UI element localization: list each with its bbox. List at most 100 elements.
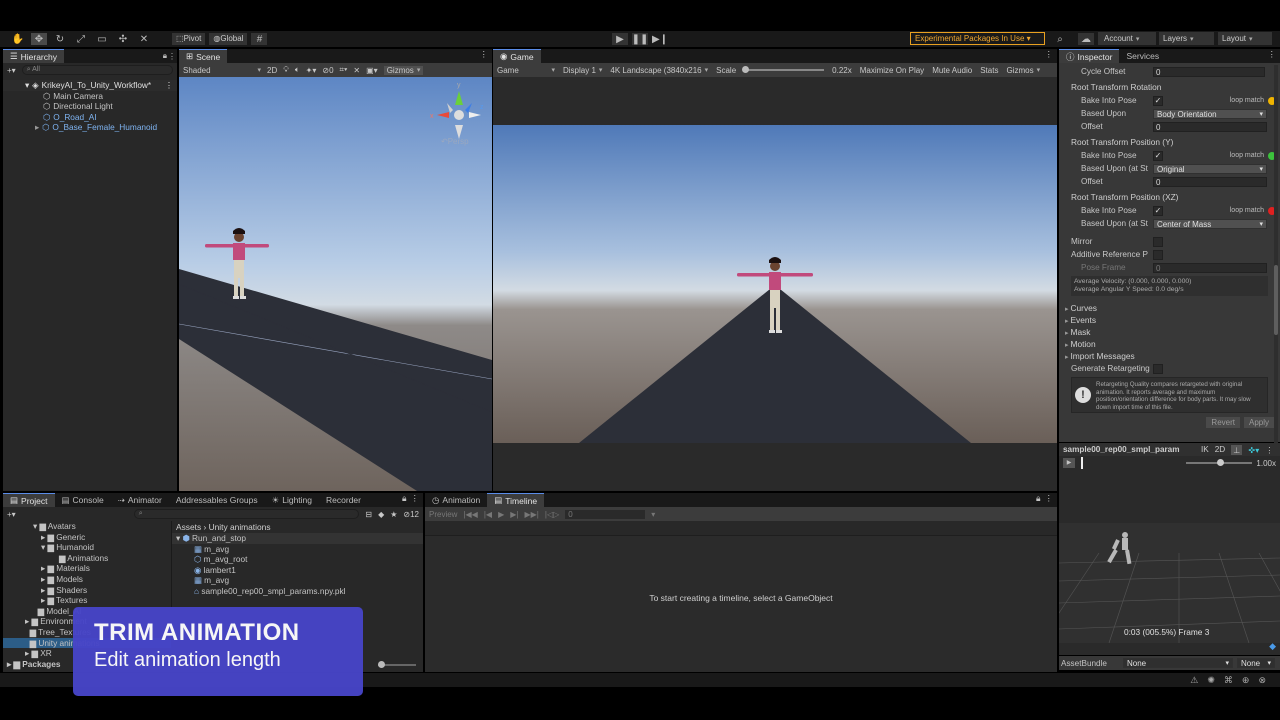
project-search[interactable]: ⌕	[133, 509, 360, 519]
tab-recorder[interactable]: Recorder	[319, 493, 368, 507]
hierarchy-scene-row[interactable]: ▾ ◈ KrikeyAI_To_Unity_Workflow* ⋮	[3, 80, 177, 91]
add-button[interactable]: +▾	[7, 66, 16, 75]
rotate-tool-icon[interactable]: ↻	[52, 33, 68, 45]
add-button[interactable]: +▾	[7, 510, 16, 519]
pivot-icon[interactable]: ⊥	[1231, 444, 1243, 455]
folder-models[interactable]: ▸ ▆ Models	[3, 574, 171, 585]
posy-based-dropdown[interactable]: Original	[1153, 163, 1267, 174]
folder-avatars[interactable]: ▾ ▆ Avatars	[3, 521, 171, 532]
kebab-menu-icon[interactable]: ⋮	[411, 493, 424, 507]
posxz-based-dropdown[interactable]: Center of Mass	[1153, 218, 1267, 229]
timeline-cursor[interactable]	[1081, 457, 1083, 469]
2d-toggle[interactable]: 2D	[1215, 445, 1225, 454]
hierarchy-item-main-camera[interactable]: ⬡ Main Camera	[3, 91, 177, 102]
tag-icon[interactable]: ◆	[1269, 641, 1276, 652]
cache-icon[interactable]: ⊕	[1242, 675, 1250, 686]
ik-toggle[interactable]: IK	[1201, 445, 1209, 454]
transform-tool-icon[interactable]: ✣	[115, 33, 131, 45]
visibility-icon[interactable]: ⊘0	[322, 66, 333, 75]
stats-toggle[interactable]: Stats	[980, 66, 998, 75]
lock-icon[interactable]: 🔒︎	[402, 493, 411, 507]
file-lambert1[interactable]: ◉ lambert1	[172, 565, 423, 576]
hierarchy-item-directional-light[interactable]: ⬡ Directional Light	[3, 101, 177, 112]
generate-retargeting-checkbox[interactable]	[1153, 363, 1163, 374]
layout-dropdown[interactable]: Layout	[1218, 32, 1272, 45]
avatar-icon[interactable]: ✜▾	[1248, 445, 1259, 455]
next-frame-icon[interactable]: ▶|	[510, 510, 518, 519]
pause-button[interactable]: ❚❚	[632, 33, 648, 45]
foldout-import-messages[interactable]: Import Messages	[1059, 350, 1280, 362]
bake-checkbox[interactable]: ✓	[1153, 95, 1163, 106]
mute-audio-toggle[interactable]: Mute Audio	[932, 66, 972, 75]
last-frame-icon[interactable]: ▶▶|	[524, 510, 538, 519]
global-button[interactable]: ◍Global	[209, 33, 248, 45]
filter-type-icon[interactable]: ⊟	[365, 510, 372, 519]
game-gizmos-dropdown[interactable]: Gizmos	[1006, 66, 1040, 75]
foldout-mask[interactable]: Mask	[1059, 326, 1280, 338]
kebab-menu-icon[interactable]: ⋮	[167, 49, 177, 63]
lock-icon[interactable]: 🔒︎	[1036, 493, 1045, 507]
tab-animation[interactable]: ◷ Animation	[425, 493, 487, 507]
display-dropdown[interactable]: Display 1	[563, 66, 602, 75]
preview-stage[interactable]	[1059, 523, 1280, 643]
bake-checkbox[interactable]: ✓	[1153, 150, 1163, 161]
account-dropdown[interactable]: Account	[1098, 32, 1156, 45]
cloud-icon[interactable]: ☁	[1078, 33, 1094, 45]
assetbundle-dropdown[interactable]: None	[1123, 658, 1233, 668]
warning-icon[interactable]: ⚠	[1190, 675, 1198, 686]
persp-label[interactable]: ↶Persp	[441, 137, 469, 146]
hierarchy-item-road[interactable]: ⬡ O_Road_AI	[3, 112, 177, 123]
layers-dropdown[interactable]: Layers	[1159, 32, 1214, 45]
frame-field[interactable]: 0	[565, 509, 646, 519]
debug-icon[interactable]: ✺	[1207, 675, 1215, 686]
timeline-asset-dropdown[interactable]: ▾	[651, 510, 655, 519]
folder-textures[interactable]: ▸ ▆ Textures	[3, 595, 171, 606]
revert-button[interactable]: Revert	[1206, 417, 1240, 428]
rot-offset-field[interactable]: 0	[1153, 121, 1267, 132]
tab-services[interactable]: Services	[1119, 49, 1166, 63]
preview-toggle[interactable]: Preview	[429, 510, 457, 519]
assetbundle-variant-dropdown[interactable]: None	[1237, 658, 1275, 668]
tab-timeline[interactable]: ▤ Timeline	[487, 493, 545, 507]
move-tool-icon[interactable]: ✥	[31, 33, 47, 45]
resolution-dropdown[interactable]: 4K Landscape (3840x216	[610, 66, 708, 75]
gizmos-dropdown[interactable]: Gizmos	[383, 65, 424, 75]
game-mode-dropdown[interactable]: Game	[497, 66, 555, 75]
scale-slider-thumb[interactable]	[742, 66, 750, 73]
rect-tool-icon[interactable]: ▭	[94, 33, 110, 45]
scale-tool-icon[interactable]: ⤢	[73, 33, 89, 45]
lighting-toggle-icon[interactable]: 💡︎	[283, 65, 289, 75]
apply-button[interactable]: Apply	[1243, 417, 1274, 428]
tab-inspector[interactable]: ⓘ Inspector	[1059, 49, 1120, 63]
tools-icon[interactable]: ✕	[353, 66, 360, 75]
hierarchy-item-female-humanoid[interactable]: ▸ ⬡ O_Base_Female_Humanoid	[3, 122, 177, 133]
icon-size-slider[interactable]	[378, 661, 416, 668]
custom-tool-icon[interactable]: ✕	[136, 33, 152, 45]
timeline-empty-area[interactable]: To start creating a timeline, select a G…	[425, 535, 1057, 672]
inspector-scrollbar[interactable]	[1274, 65, 1278, 445]
tab-lighting[interactable]: ☀ Lighting	[265, 493, 319, 507]
favorite-icon[interactable]: ★	[390, 510, 397, 519]
tab-hierarchy[interactable]: ☰ Hierarchy	[3, 49, 64, 63]
foldout-events[interactable]: Events	[1059, 314, 1280, 326]
tab-console[interactable]: ▤ Console	[55, 493, 111, 507]
speed-slider-thumb[interactable]	[1217, 459, 1225, 466]
grid-snap-icon[interactable]: #	[251, 33, 268, 45]
audio-toggle-icon[interactable]: 🔈︎	[295, 65, 300, 75]
mirror-checkbox[interactable]	[1153, 236, 1163, 247]
maximize-on-play-toggle[interactable]: Maximize On Play	[860, 66, 924, 75]
foldout-motion[interactable]: Motion	[1059, 338, 1280, 350]
bake-checkbox[interactable]: ✓	[1153, 205, 1163, 216]
tab-scene[interactable]: ⊞ Scene	[179, 49, 228, 63]
scene-viewport[interactable]: y x z ↶Persp	[179, 77, 492, 491]
scale-slider[interactable]	[742, 66, 825, 73]
foldout-curves[interactable]: Curves	[1059, 302, 1280, 314]
search-icon[interactable]: ⌕	[1053, 33, 1067, 45]
speed-slider[interactable]	[1186, 459, 1253, 466]
folder-humanoid[interactable]: ▾ ▆ Humanoid	[3, 542, 171, 553]
progress-icon[interactable]: ⊗	[1258, 675, 1266, 686]
hidden-packages-toggle[interactable]: ⊘12	[403, 510, 419, 519]
kebab-menu-icon[interactable]: ⋮	[1045, 49, 1058, 63]
kebab-menu-icon[interactable]: ⋮	[165, 80, 177, 91]
file-smpl-params[interactable]: ⌂ sample00_rep00_smpl_params.npy.pkl	[172, 586, 423, 597]
